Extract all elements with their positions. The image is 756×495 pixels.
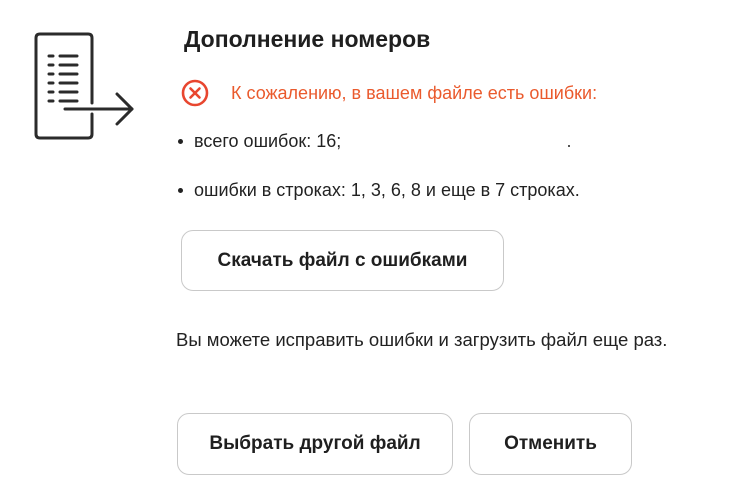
error-message: К сожалению, в вашем файле есть ошибки: xyxy=(181,79,597,107)
download-errors-button[interactable]: Скачать файл с ошибками xyxy=(181,230,504,291)
stray-dot xyxy=(568,145,570,147)
choose-another-file-button[interactable]: Выбрать другой файл xyxy=(177,413,453,475)
error-text: К сожалению, в вашем файле есть ошибки: xyxy=(231,82,598,103)
error-circle-x-icon xyxy=(181,79,209,107)
bullet-dot xyxy=(178,188,183,193)
error-rows-item: ошибки в строках: 1, 3, 6, 8 и еще в 7 с… xyxy=(178,180,580,201)
bullet-dot xyxy=(178,139,183,144)
info-text: Вы можете исправить ошибки и загрузить ф… xyxy=(176,329,668,350)
dialog-title: Дополнение номеров xyxy=(184,26,431,52)
document-export-icon xyxy=(34,32,134,140)
error-count-text: всего ошибок: 16; xyxy=(194,131,342,151)
cancel-button[interactable]: Отменить xyxy=(469,413,632,475)
error-rows-text: ошибки в строках: 1, 3, 6, 8 и еще в 7 с… xyxy=(194,180,580,200)
error-count-item: всего ошибок: 16; xyxy=(178,131,341,152)
